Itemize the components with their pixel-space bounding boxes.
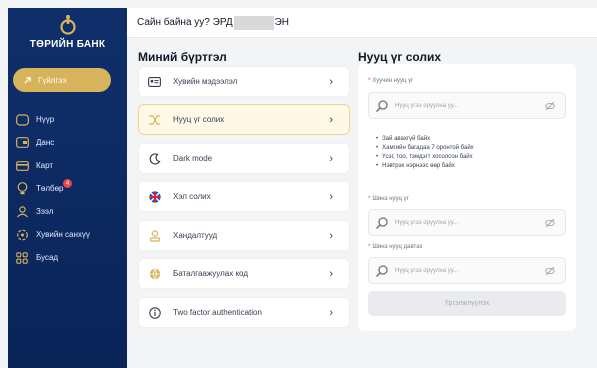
transfer-label: Гүйлгээ [38,75,67,85]
menu-personal-info[interactable]: Хувийн мэдээлэл › [138,66,350,97]
sidebar-item-label: Хувийн санхүү [36,230,90,239]
placeholder-text: Нууц үгээ оруулна уу... [395,219,459,226]
sidebar-item-label: Нүүр [36,115,55,124]
password-title: Нууц үг солих [358,50,442,64]
id-card-icon [148,75,161,88]
chevron-right-icon: › [329,190,333,203]
bank-logo-icon [59,15,76,35]
sidebar-item-label: Данс [36,138,55,147]
chevron-right-icon: › [329,229,333,242]
repeat-password-label: * Шинэ нууц давтах [368,244,423,250]
menu-label: Хэл солих [173,192,211,201]
brand-title: ТӨРИЙН БАНК [29,39,106,50]
current-password-input[interactable]: Нууц үгээ оруулна уу... [368,92,566,119]
current-password-label: * Хуучин нууц үг [368,78,414,84]
sidebar-nav: Нүүр Данс Карт Төлбөр 4 Зээл Хувийн санх… [8,108,127,269]
password-rules: Зай авахгүй байх Хамгийн багадаа 7 оронт… [376,136,474,172]
sidebar-item-label: Зээл [36,207,54,216]
menu-label: Two factor authentication [173,308,262,317]
arrow-up-right-icon [24,76,31,84]
sidebar-item-label: Карт [36,161,54,170]
menu-label: Dark mode [173,154,213,163]
key-icon [375,99,388,112]
greeting-start: Сайн байна уу? ЭРД [137,17,233,28]
rule-item: Үсэг, тоо, тэмдэгт хосолсон байх [376,154,474,160]
finance-icon [15,228,29,242]
sidebar-item-label: Бусад [36,253,59,262]
chevron-right-icon: › [329,306,333,319]
grid-icon [15,251,29,265]
globe-icon [148,267,161,280]
greeting-end: ЭН [274,17,290,28]
placeholder-text: Нууц үгээ оруулна уу... [395,267,459,274]
eye-off-icon[interactable] [545,101,555,111]
card-icon [15,159,29,173]
menu-change-password[interactable]: Нууц үг солих › [138,104,350,135]
key-icon [375,264,388,277]
rule-item: Зай авахгүй байх [376,136,474,142]
redacted-name [233,15,274,30]
menu-verification-code[interactable]: Баталгаажуулах код › [138,258,350,289]
chevron-right-icon: › [329,267,333,280]
rule-item: Нэвтрэх нэрнээс өөр байх [376,163,474,169]
menu-label: Нууц үг солих [173,115,225,124]
repeat-password-input[interactable]: Нууц үгээ оруулна уу... [368,257,566,284]
password-panel: * Хуучин нууц үг Нууц үгээ оруулна уу... … [358,64,576,331]
brand: ТӨРИЙН БАНК [8,8,127,50]
menu-label: Хандалтууд [173,231,218,240]
sidebar-item-payments[interactable]: Төлбөр 4 [8,177,127,200]
wallet-icon [15,136,29,150]
sidebar-item-home[interactable]: Нүүр [8,108,127,131]
menu-label: Хувийн мэдээлэл [173,77,238,86]
chevron-right-icon: › [329,75,333,88]
user-access-icon [148,229,161,242]
sidebar-item-loans[interactable]: Зээл [8,200,127,223]
info-icon [148,306,161,319]
notification-badge: 4 [63,179,72,188]
new-password-label: * Шинэ нууц үг [368,196,409,202]
rule-item: Хамгийн багадаа 7 оронтой байх [376,145,474,151]
shuffle-icon [148,113,161,126]
sidebar-item-other[interactable]: Бусад [8,246,127,269]
uk-flag-icon [148,190,161,203]
menu-dark-mode[interactable]: Dark mode › [138,143,350,174]
sidebar-item-personal-finance[interactable]: Хувийн санхүү [8,223,127,246]
eye-off-icon[interactable] [545,218,555,228]
sidebar-item-accounts[interactable]: Данс [8,131,127,154]
home-icon [15,113,29,127]
menu-access[interactable]: Хандалтууд › [138,220,350,251]
menu-language[interactable]: Хэл солих › [138,181,350,212]
sidebar-item-label: Төлбөр [36,184,64,193]
new-password-input[interactable]: Нууц үгээ оруулна уу... [368,209,566,236]
chevron-right-icon: › [329,152,333,165]
menu-two-factor[interactable]: Two factor authentication › [138,297,350,328]
eye-off-icon[interactable] [545,266,555,276]
sidebar-item-cards[interactable]: Карт [8,154,127,177]
placeholder-text: Нууц үгээ оруулна уу... [395,102,459,109]
profile-title: Миний бүртгэл [138,50,227,64]
continue-button[interactable]: Үргэлжлүүлэх [368,291,566,316]
users-icon [15,205,29,219]
chevron-right-icon: › [329,113,333,126]
key-icon [375,216,388,229]
sidebar: ТӨРИЙН БАНК Гүйлгээ Нүүр Данс Карт Төлбө… [8,8,127,368]
transfer-button[interactable]: Гүйлгээ [13,68,111,92]
moon-icon [148,152,161,165]
menu-label: Баталгаажуулах код [173,269,248,278]
bulb-icon [15,182,29,196]
header: Сайн байна уу? ЭРД ЭН [127,8,597,38]
